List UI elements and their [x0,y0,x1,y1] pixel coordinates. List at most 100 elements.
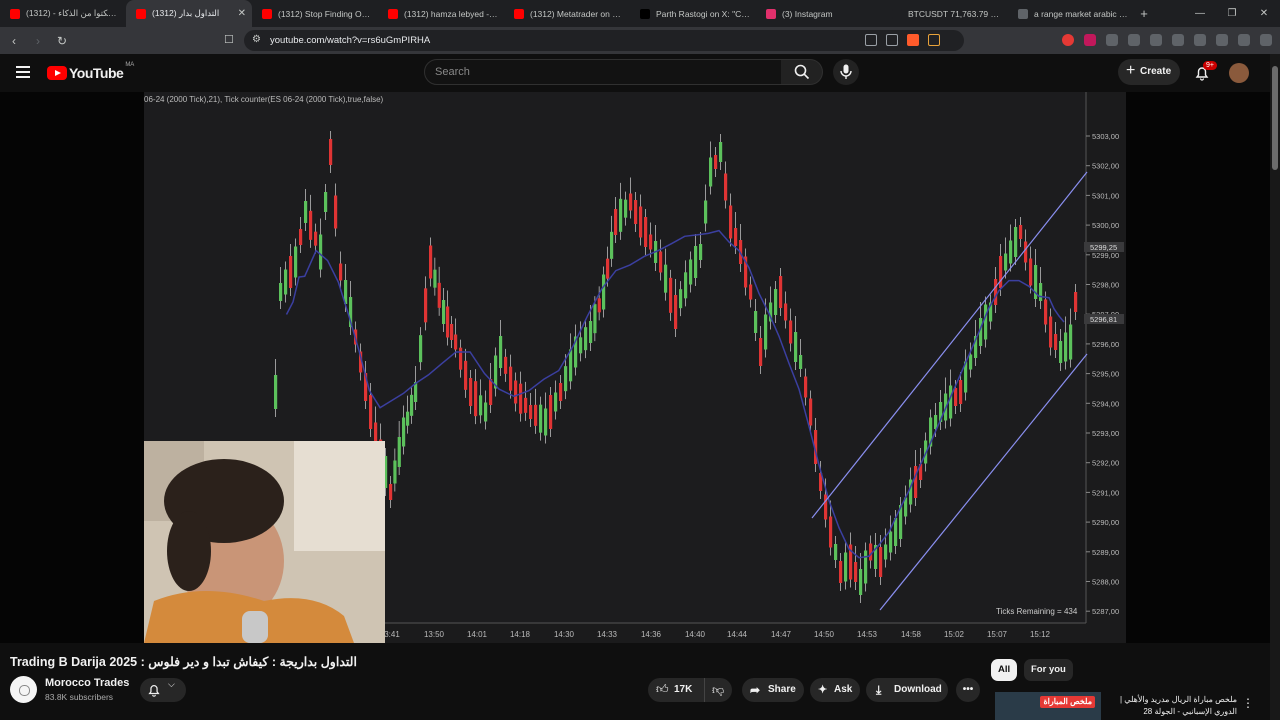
account-avatar[interactable] [1229,63,1249,83]
browser-tab[interactable]: (1312) Stop Finding Offset [252,0,378,27]
video-player[interactable]: 06-24 (2000 Tick),21), Tick counter(ES 0… [0,92,1270,643]
chip-for-you[interactable]: For you [1024,659,1073,681]
candle-body [664,264,668,293]
candle-body [479,395,483,416]
browser-tab[interactable]: (3) Instagram [756,0,882,27]
more-horizontal-icon: ••• [962,684,974,695]
browser-tab[interactable]: a range market arabic - Ac [1008,0,1134,27]
chip-all[interactable]: All [991,659,1018,681]
candle-body [464,360,468,390]
tab-favicon-icon [262,8,272,19]
more-vertical-icon[interactable]: ⋮ [1242,696,1254,710]
search-input[interactable]: Search [424,59,782,85]
share-button[interactable]: ➦ Share [742,678,804,702]
candle-body [339,263,343,281]
scrollbar-thumb[interactable] [1272,66,1278,170]
page-scrollbar[interactable] [1270,54,1280,720]
minimize-button[interactable]: — [1184,0,1216,27]
chart-header-text: 06-24 (2000 Tick),21), Tick counter(ES 0… [144,95,384,104]
price-tick-label: 5294,00 [1092,399,1119,408]
brave-rewards-icon[interactable] [928,34,940,46]
channel-name[interactable]: Morocco Trades [45,677,129,689]
voice-search-button[interactable] [833,59,859,85]
candle-body [569,349,573,382]
guide-menu-icon[interactable] [16,66,30,78]
tab-label: (3) Instagram [782,8,833,19]
candle-body [549,395,553,429]
candle-body [504,356,508,374]
candle-body [329,139,333,165]
candle-body [309,210,313,240]
brave-shield-icon[interactable] [907,34,919,46]
vpn-icon[interactable] [1238,34,1250,46]
like-button[interactable]: 👍︎ 17K [648,678,702,702]
search-button[interactable] [781,59,823,85]
candle-body [914,466,918,498]
cast-icon[interactable] [865,34,877,46]
candle-body [634,200,638,224]
price-tick-label: 5291,00 [1092,488,1119,497]
candle-body [624,199,628,218]
price-tick-label: 5301,00 [1092,191,1119,200]
wallet-icon[interactable] [1194,34,1206,46]
share-page-icon[interactable] [886,34,898,46]
ask-button[interactable]: ✦ Ask [810,678,860,702]
create-button[interactable]: Create [1118,58,1180,85]
candle-body [433,269,437,288]
notification-badge: 9+ [1203,61,1217,70]
close-window-button[interactable]: ✕ [1248,0,1280,27]
download-button[interactable]: ⤓ Download [866,678,948,702]
browser-tab[interactable]: (1312) التداول بدار ✕ [126,0,252,27]
record-extension-icon[interactable] [1062,34,1074,46]
forward-icon[interactable]: › [28,34,48,48]
url-field[interactable]: ⚙ youtube.com/watch?v=rs6uGmPIRHA [244,30,964,51]
reload-icon[interactable]: ↻ [52,34,72,48]
new-tab-button[interactable]: + [1134,6,1154,21]
time-tick-label: 14:33 [597,630,618,639]
candle-body [324,192,328,212]
browser-tab[interactable]: BTCUSDT 71,763.79 ▲ +0. [882,0,1008,27]
maximize-button[interactable]: ❐ [1216,0,1248,27]
candle-body [589,321,593,343]
candle-body [529,405,533,419]
tab-favicon-icon [388,8,398,19]
candle-body [459,347,463,370]
tab-close-icon[interactable]: ✕ [238,8,246,19]
candle-body [684,272,688,299]
candle-body [1044,299,1048,325]
back-icon[interactable]: ‹ [4,34,24,48]
tab-label: (1312) Stop Finding Offset [278,8,372,19]
youtube-logo[interactable]: YouTube MA [47,62,134,81]
candle-body [994,279,998,305]
candle-body [314,231,318,246]
browser-tab[interactable]: (1312) - لا تشكتوا من الذكاء [0,0,126,27]
screenshot-extension-icon[interactable] [1128,34,1140,46]
window-controls: — ❐ ✕ [1184,0,1280,27]
browser-tab[interactable]: (1312) Metatrader on pho [504,0,630,27]
recommended-title[interactable]: ملخص مباراة الريال مدريد والأهلي | الدور… [1107,694,1237,718]
sidebar-icon[interactable] [1172,34,1184,46]
browser-tab[interactable]: Parth Rastogi on X: "Crude [630,0,756,27]
browser-tab[interactable]: (1312) hamza lebyed - You [378,0,504,27]
media-icon[interactable] [1150,34,1162,46]
candle-body [610,231,614,259]
candle-body [889,531,893,553]
dislike-button[interactable]: 👎︎ [704,678,732,702]
tab-favicon-icon [514,8,524,19]
bookmark-icon[interactable]: ☐ [224,33,234,46]
candle-body [999,256,1003,288]
recommended-video[interactable]: ملخص المباراة ملخص مباراة الريال مدريد و… [995,692,1270,720]
channel-avatar[interactable] [10,676,37,703]
adblock-extension-icon[interactable] [1084,34,1096,46]
candle-body [469,378,473,406]
leo-ai-icon[interactable] [1216,34,1228,46]
candle-body [1054,334,1058,350]
subscription-bell-button[interactable]: ⌵ [140,678,186,702]
puzzle-extension-icon[interactable] [1106,34,1118,46]
candle-body [719,142,723,162]
price-tick-label: 5293,00 [1092,429,1119,438]
recommended-thumbnail[interactable]: ملخص المباراة [995,692,1101,720]
menu-icon[interactable] [1260,34,1272,46]
more-actions-button[interactable]: ••• [956,678,980,702]
site-info-icon[interactable]: ⚙ [252,34,261,45]
